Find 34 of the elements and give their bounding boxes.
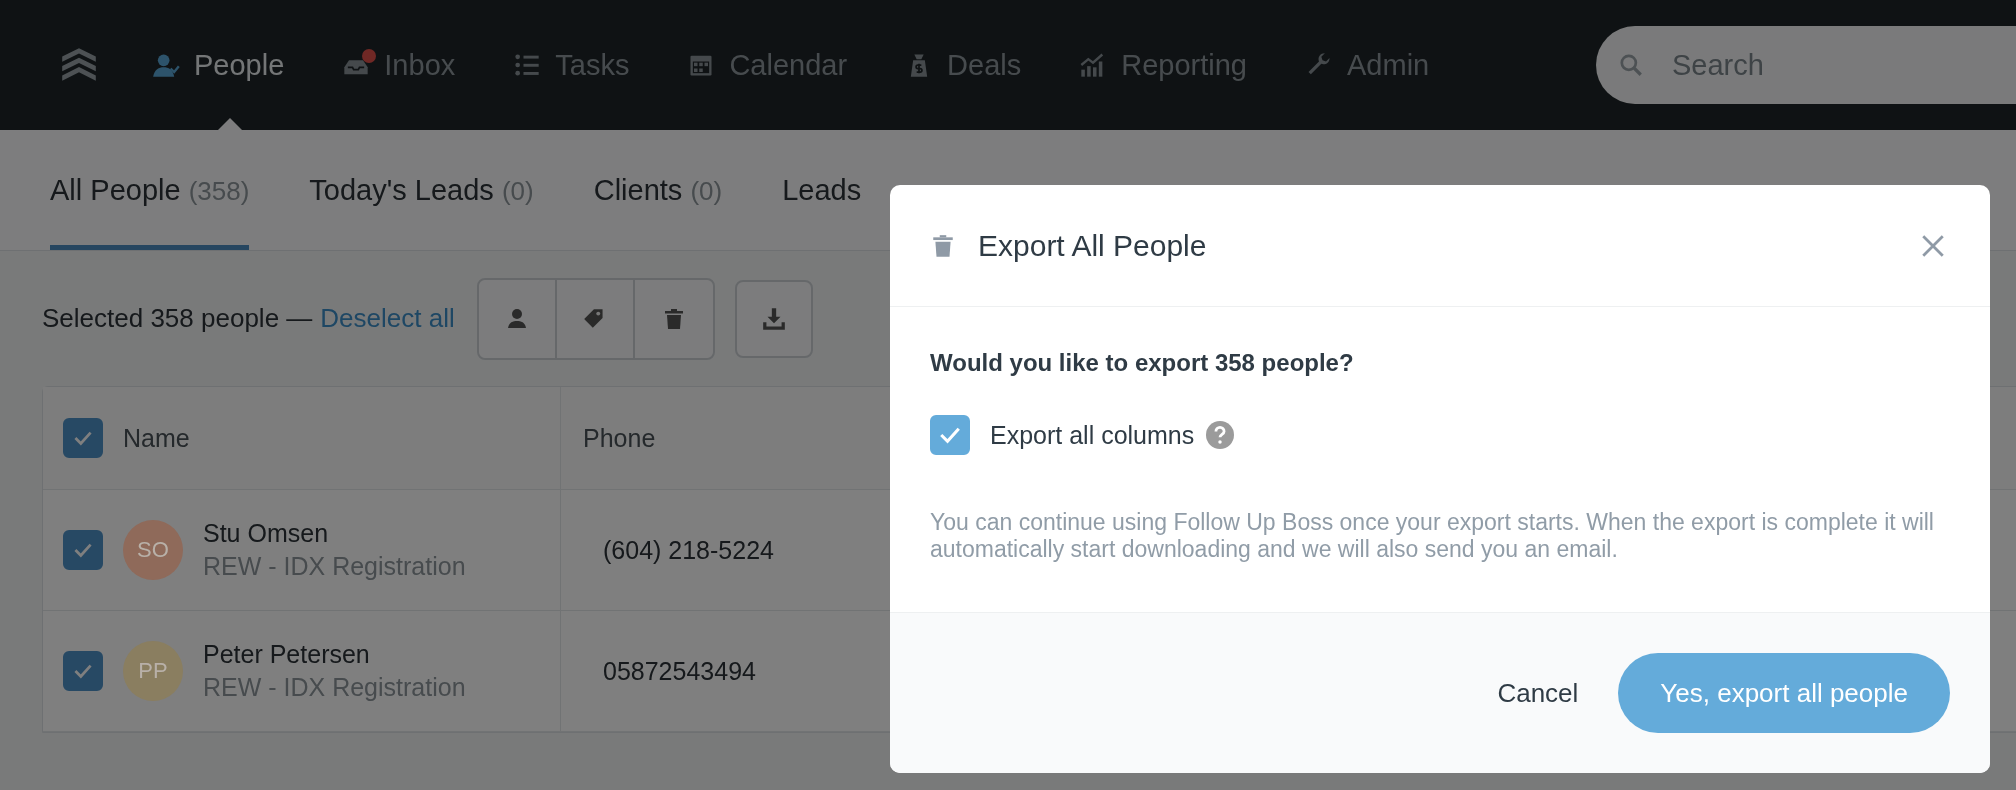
- download-icon: [760, 305, 787, 332]
- export-all-columns-checkbox[interactable]: [930, 415, 970, 455]
- phone-number: 05872543494: [602, 656, 756, 686]
- row-checkbox[interactable]: [63, 651, 103, 691]
- deselect-all-link[interactable]: Deselect all: [320, 303, 455, 334]
- avatar-initials: SO: [123, 520, 183, 580]
- nav-link[interactable]: Tasks: [513, 0, 630, 130]
- search-field[interactable]: Search: [1596, 26, 2016, 104]
- row-checkbox[interactable]: [63, 530, 103, 570]
- nav-link[interactable]: Inbox: [342, 0, 456, 130]
- filter-tab[interactable]: Leads: [782, 174, 862, 250]
- export-button[interactable]: [734, 279, 813, 358]
- column-header: Phone: [583, 423, 656, 453]
- lead-source: REW - IDX Registration: [203, 673, 466, 702]
- help-icon[interactable]: [1206, 421, 1235, 449]
- checkbox-label: Export all columns: [990, 420, 1195, 450]
- export-note: You can continue using Follow Up Boss once your export starts. When the export is complete it will automatically start downloading and we will also send you an email.: [930, 509, 1935, 563]
- nav-link[interactable]: Calendar: [687, 0, 848, 130]
- dialog-title: Export All People: [978, 228, 1207, 263]
- column-header: Name: [123, 423, 190, 453]
- nav-link[interactable]: Deals: [905, 0, 1022, 130]
- lead-source: REW - IDX Registration: [203, 552, 466, 581]
- selection-summary: Selected 358 people —: [42, 303, 313, 334]
- person-name[interactable]: Peter Petersen: [203, 640, 466, 669]
- export-question: Would you like to export 358 people?: [930, 349, 1355, 377]
- avatar-initials: PP: [123, 641, 183, 701]
- person-name[interactable]: Stu Omsen: [203, 519, 466, 548]
- select-all-checkbox[interactable]: [63, 418, 103, 458]
- cancel-button[interactable]: Cancel: [1487, 667, 1589, 719]
- search-icon: [1618, 52, 1644, 78]
- nav-link[interactable]: Reporting: [1079, 0, 1247, 130]
- confirm-export-button[interactable]: Yes, export all people: [1618, 653, 1950, 733]
- phone-number: (604) 218-5224: [602, 535, 774, 565]
- nav-link[interactable]: Admin: [1305, 0, 1430, 130]
